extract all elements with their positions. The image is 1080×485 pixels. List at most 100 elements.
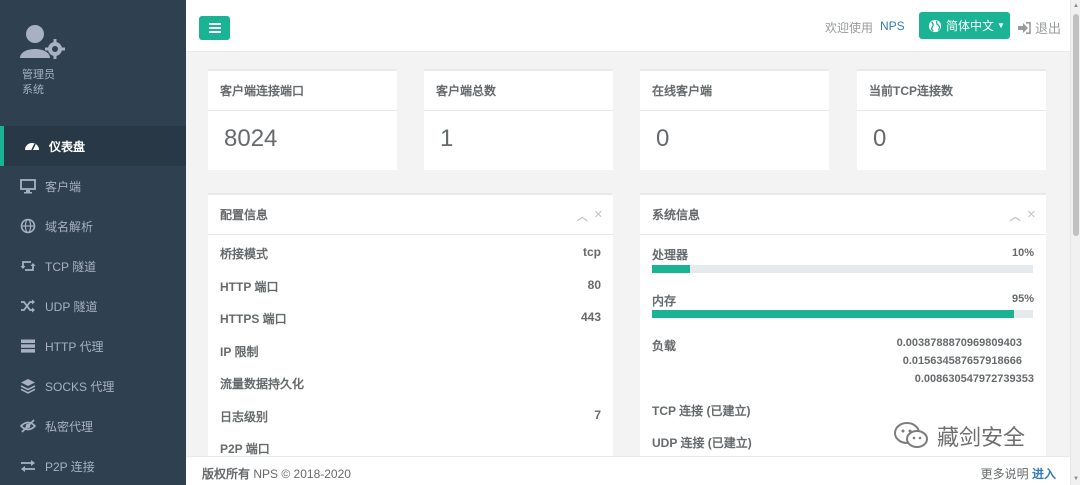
desktop-icon xyxy=(20,178,36,194)
sidebar-nav: 仪表盘 客户端 域名解析 TCP 隧道 UDP 隧道 HTTP 代理 SOCKS… xyxy=(0,126,186,485)
wechat-icon xyxy=(894,422,928,448)
exchange-icon xyxy=(20,458,36,474)
panel-title: 系统信息 xyxy=(652,208,701,222)
logout-link[interactable]: 退出 xyxy=(1018,18,1061,37)
top-navbar: 欢迎使用 NPS 简体中文 ▼ 退出 xyxy=(186,0,1070,52)
close-icon[interactable]: ✕ xyxy=(594,208,603,224)
menu-toggle-button[interactable] xyxy=(199,16,230,40)
language-dropdown-button[interactable]: 简体中文 ▼ xyxy=(919,12,1010,39)
stat-card-client-port: 客户端连接端口 8024 xyxy=(208,69,397,170)
panel-tools: ︿ ✕ xyxy=(577,208,603,224)
config-value: 443 xyxy=(580,310,601,324)
config-label: IP 限制 xyxy=(220,344,259,359)
config-label: HTTP 端口 xyxy=(220,279,279,294)
collapse-icon[interactable]: ︿ xyxy=(577,208,588,224)
config-row: P2P 端口 xyxy=(208,430,613,456)
page-scrollbar[interactable]: ▲ ▼ xyxy=(1070,0,1080,485)
sidebar-item-socks-proxy[interactable]: SOCKS 代理 xyxy=(0,366,186,406)
panel-tools: ︿ ✕ xyxy=(1010,208,1036,224)
config-row: IP 限制 xyxy=(208,333,613,366)
config-value: 7 xyxy=(594,407,601,422)
scroll-thumb[interactable] xyxy=(1073,14,1079,236)
sidebar-item-label: SOCKS 代理 xyxy=(45,379,115,394)
memory-percent: 95% xyxy=(1011,293,1034,305)
scroll-up-icon[interactable]: ▲ xyxy=(1072,1,1080,11)
memory-progress-fill xyxy=(652,310,1014,318)
cpu-label: 处理器 xyxy=(652,248,689,262)
caret-down-icon: ▼ xyxy=(997,21,1005,30)
layers-icon xyxy=(20,378,36,394)
brand-link[interactable]: NPS xyxy=(880,19,905,33)
user-settings-icon xyxy=(20,25,65,59)
config-row: HTTPS 端口 443 xyxy=(208,300,613,333)
close-icon[interactable]: ✕ xyxy=(1027,208,1036,224)
stat-card-tcp-connections: 当前TCP连接数 0 xyxy=(857,69,1046,170)
load-value-2: 0.015634587657918666 xyxy=(902,355,1022,367)
panel-title: 配置信息 xyxy=(220,208,269,222)
cpu-progress-fill xyxy=(652,265,691,273)
stat-title: 客户端连接端口 xyxy=(208,71,397,111)
sidebar-item-label: 仪表盘 xyxy=(49,139,86,154)
memory-label: 内存 xyxy=(652,294,677,308)
stat-value: 0 xyxy=(873,125,887,152)
role-line-1: 管理员 xyxy=(22,69,55,81)
config-label: 流量数据持久化 xyxy=(220,377,305,391)
config-label: P2P 端口 xyxy=(220,442,270,456)
retweet-icon xyxy=(20,258,36,274)
config-row: 日志级别 7 xyxy=(208,398,613,431)
watermark: 藏剑安全 xyxy=(893,420,1025,452)
language-label: 简体中文 xyxy=(946,19,995,33)
stat-card-online-clients: 在线客户端 0 xyxy=(640,69,829,170)
load-value-1: 0.0038788870969809403 xyxy=(896,337,1022,349)
stat-title: 当前TCP连接数 xyxy=(857,71,1046,111)
globe-icon xyxy=(20,218,36,234)
sign-out-icon xyxy=(1018,21,1031,34)
hamburger-icon xyxy=(208,23,221,33)
config-value: tcp xyxy=(583,245,601,259)
logout-label: 退出 xyxy=(1035,21,1062,36)
more-info-link[interactable]: 进入 xyxy=(1032,467,1056,481)
stat-value: 8024 xyxy=(224,125,278,152)
more-info: 更多说明 进入 xyxy=(981,465,1056,482)
sidebar-item-domain[interactable]: 域名解析 xyxy=(0,206,186,246)
more-info-text: 更多说明 xyxy=(980,467,1029,481)
sidebar-item-label: 私密代理 xyxy=(45,419,94,434)
scroll-down-icon[interactable]: ▼ xyxy=(1072,474,1080,484)
config-row: 流量数据持久化 xyxy=(208,365,613,398)
stat-value: 0 xyxy=(656,125,670,152)
memory-progress-bar xyxy=(652,310,1033,318)
collapse-icon[interactable]: ︿ xyxy=(1010,208,1021,224)
sidebar-item-p2p[interactable]: P2P 连接 xyxy=(0,446,186,485)
cpu-progress-bar xyxy=(652,265,1033,273)
load-values: 0.0038788870969809403 0.0156345876579186… xyxy=(897,334,1034,388)
config-panel: 配置信息 ︿ ✕ 桥接模式 tcp HTTP 端口 80 HTTPS 端口 443 I… xyxy=(208,193,613,456)
copyright-text: NPS © 2018-2020 xyxy=(253,467,351,481)
load-label: 负载 xyxy=(652,339,677,353)
system-panel: 系统信息 ︿ ✕ 处理器 10% 内存 95% 负载 0.00387888709… xyxy=(640,193,1046,456)
sidebar-item-label: 客户端 xyxy=(45,179,82,194)
sidebar-item-clients[interactable]: 客户端 xyxy=(0,166,186,206)
sidebar-item-label: 域名解析 xyxy=(45,219,94,234)
config-label: 日志级别 xyxy=(220,409,269,424)
config-value: 80 xyxy=(587,277,601,292)
role-line-2: 系统 xyxy=(22,84,44,96)
load-value-3: 0.008630547972739353 xyxy=(914,373,1034,385)
user-role: 管理员 系统 xyxy=(22,68,55,98)
panel-header: 配置信息 ︿ ✕ xyxy=(208,195,613,235)
udp-established-label: UDP 连接 (已建立) xyxy=(652,436,752,450)
stat-title: 在线客户端 xyxy=(640,71,829,111)
server-icon xyxy=(20,338,36,354)
globe-icon xyxy=(928,19,942,32)
dashboard-icon xyxy=(24,138,40,154)
welcome-text: 欢迎使用 xyxy=(825,21,874,35)
copyright-bold: 版权所有 xyxy=(202,467,251,481)
sidebar-item-private-proxy[interactable]: 私密代理 xyxy=(0,406,186,446)
sidebar-item-dashboard[interactable]: 仪表盘 xyxy=(0,126,186,166)
sidebar-item-udp[interactable]: UDP 隧道 xyxy=(0,286,186,326)
config-label: 桥接模式 xyxy=(220,247,269,261)
sidebar-item-http-proxy[interactable]: HTTP 代理 xyxy=(0,326,186,366)
sidebar-item-tcp[interactable]: TCP 隧道 xyxy=(0,246,186,286)
sidebar: 管理员 系统 仪表盘 客户端 域名解析 TCP 隧道 UDP 隧道 HTTP 代… xyxy=(0,0,186,485)
cpu-percent: 10% xyxy=(1011,247,1034,259)
sidebar-item-label: P2P 连接 xyxy=(45,459,95,474)
